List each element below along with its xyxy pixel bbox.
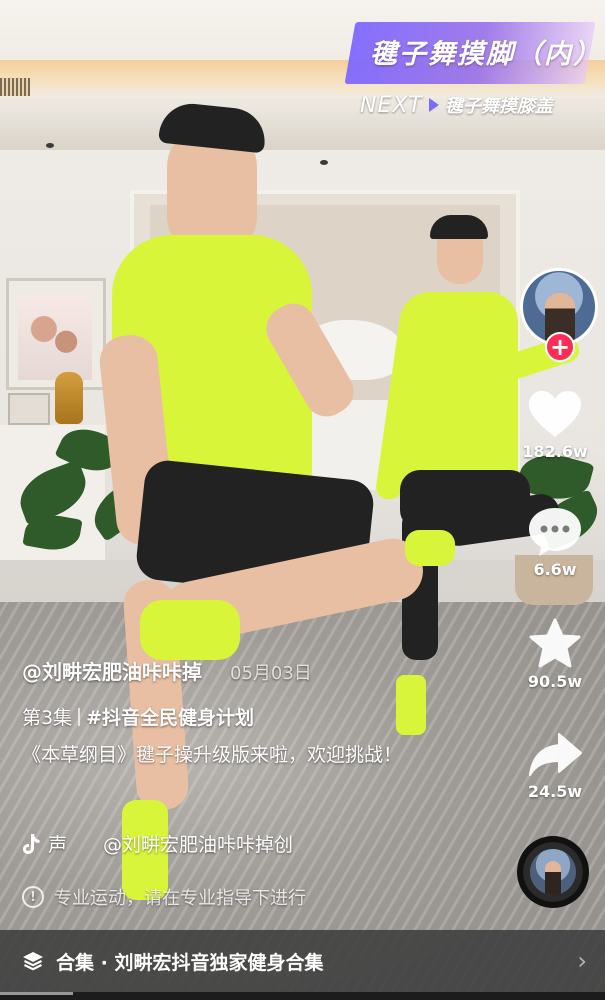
share-arrow-icon	[529, 733, 582, 776]
playback-progress-bar[interactable]	[0, 992, 605, 1000]
divider	[78, 707, 81, 726]
collection-text: 合集 · 刘畊宏抖音独家健身合集	[56, 951, 324, 974]
plus-icon: +	[549, 333, 571, 361]
music-label: 声	[48, 834, 68, 856]
air-vent	[0, 78, 30, 96]
video-caption: @刘畊宏肥油咔咔掉 05月03日 第3集 #抖音全民健身计划 《本草纲目》毽子操…	[22, 656, 502, 772]
stack-layers-icon	[23, 952, 43, 971]
playback-progress-fill	[0, 992, 73, 995]
favorite-count: 90.5w	[527, 672, 583, 691]
heart-icon	[529, 391, 581, 437]
dancer-woman-sock	[405, 530, 455, 566]
next-exercise-title: 毽子舞摸膝盖	[444, 96, 553, 117]
like-count: 182.6w	[522, 442, 588, 461]
star-icon	[529, 618, 581, 668]
comment-button[interactable]: 6.6w	[505, 506, 605, 579]
notice-text: 专业运动，请在专业指导下进行	[54, 888, 306, 909]
dancer-woman-hair	[430, 215, 488, 239]
bear-figurine	[55, 372, 83, 424]
ceiling-spotlight	[320, 160, 328, 165]
share-button[interactable]: 24.5w	[505, 730, 605, 801]
safety-notice: ! 专业运动，请在专业指导下进行	[22, 884, 306, 910]
favorite-button[interactable]: 90.5w	[505, 618, 605, 691]
exclamation-circle-icon: !	[22, 886, 44, 908]
comment-bubble-icon	[529, 508, 581, 556]
music-row[interactable]: 声 @刘畊宏肥油咔咔掉创	[22, 830, 293, 857]
chevron-right-icon: ›	[577, 947, 587, 975]
hashtag-link[interactable]: #抖音全民健身计划	[86, 703, 254, 730]
episode-row: 第3集 #抖音全民健身计划	[22, 703, 502, 730]
music-disc-cover	[530, 849, 576, 895]
dancer-man-sock	[140, 600, 240, 660]
caption-text: 《本草纲目》毽子操升级版来啦，欢迎挑战！	[22, 744, 403, 766]
exercise-title: 毽子舞摸脚（内）	[370, 39, 602, 70]
like-button[interactable]: 182.6w	[505, 390, 605, 461]
disc-cover-figure	[545, 861, 561, 895]
family-photo	[18, 295, 92, 380]
next-exercise: NEXT 毽子舞摸膝盖	[360, 92, 553, 118]
share-count: 24.5w	[527, 782, 583, 801]
author-row: @刘畊宏肥油咔咔掉 05月03日	[22, 656, 502, 685]
publish-date: 05月03日	[230, 663, 312, 684]
play-arrow-icon	[428, 98, 439, 112]
comment-count: 6.6w	[533, 560, 577, 579]
follow-button[interactable]: +	[545, 332, 575, 362]
collection-bar[interactable]: 合集 · 刘畊宏抖音独家健身合集 ›	[0, 930, 605, 992]
next-label: NEXT	[360, 92, 423, 118]
tiktok-note-icon	[23, 833, 40, 854]
episode-label[interactable]: 第3集	[22, 703, 72, 730]
small-photo-frame	[8, 393, 50, 425]
music-title[interactable]: @刘畊宏肥油咔咔掉创	[103, 830, 293, 857]
ceiling-spotlight	[46, 143, 54, 148]
author-handle[interactable]: @刘畊宏肥油咔咔掉	[22, 656, 202, 685]
